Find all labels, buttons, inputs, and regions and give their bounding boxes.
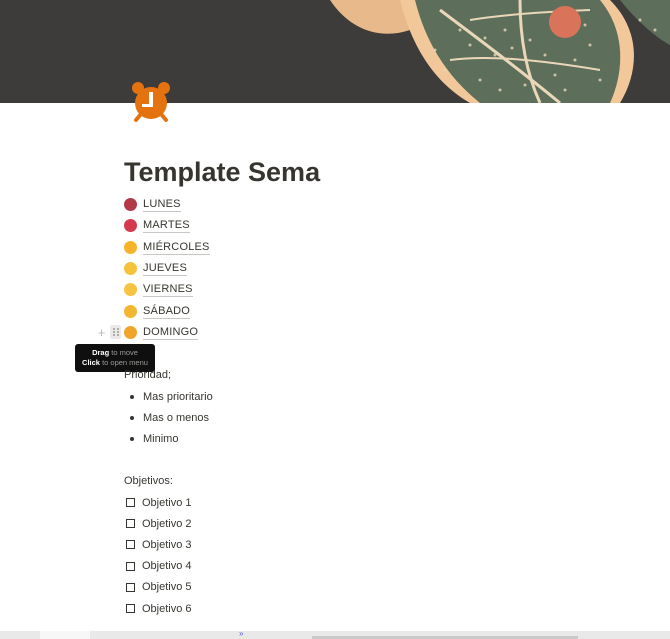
page-link-lunes[interactable]: LUNES [124,194,210,215]
todo-item: Objetivo 6 [126,598,192,619]
todo-text[interactable]: Objetivo 4 [142,560,192,572]
page-link-label[interactable]: SÁBADO [143,304,191,319]
todo-item: Objetivo 2 [126,513,192,534]
todo-text[interactable]: Objetivo 3 [142,539,192,551]
objectives-label[interactable]: Objetivos: [124,475,173,487]
list-item-text[interactable]: Mas o menos [143,412,209,424]
priority-label[interactable]: Prioridad; [124,369,171,381]
page-link-label[interactable]: VIERNES [143,282,193,298]
page-link-domingo[interactable]: DOMINGO [124,322,210,343]
list-item-text[interactable]: Minimo [143,433,178,445]
page-cover-image[interactable] [0,0,670,103]
bullet-icon [130,394,134,399]
angry-face-emoji-icon [124,219,137,233]
checkbox[interactable] [126,561,135,571]
page-link-label[interactable]: JUEVES [143,261,187,277]
chevron-right-icon[interactable]: » [239,629,243,638]
page-link-martes[interactable]: MARTES [124,215,210,236]
todo-text[interactable]: Objetivo 5 [142,581,192,593]
add-block-icon[interactable]: + [95,326,108,339]
tooltip-line-drag: Drag to move [92,348,138,357]
page-link-miercoles[interactable]: MIÉRCOLES [124,237,210,258]
todo-item: Objetivo 3 [126,534,192,555]
list-item[interactable]: Minimo [130,429,213,450]
hot-face-emoji-icon [124,240,137,254]
page-link-viernes[interactable]: VIERNES [124,279,210,300]
checkbox[interactable] [126,498,135,508]
page-link-label[interactable]: LUNES [143,197,181,213]
block-handles: + [95,325,121,339]
alarm-clock-icon[interactable] [128,80,174,126]
objectives-todo-list: Objetivo 1 Objetivo 2 Objetivo 3 Objetiv… [126,492,192,619]
star-struck-emoji-icon [124,325,137,339]
bottom-scrollbar-area: » [0,629,670,639]
bullet-icon [130,437,134,442]
todo-text[interactable]: Objetivo 6 [142,603,192,615]
drag-handle-icon[interactable] [110,325,121,339]
list-item-text[interactable]: Mas prioritario [143,391,213,403]
todo-item: Objetivo 5 [126,577,192,598]
checkbox[interactable] [126,582,135,592]
page-link-label[interactable]: MARTES [143,218,190,234]
grinning-face-emoji-icon [124,304,137,318]
todo-item: Objetivo 1 [126,492,192,513]
bottom-tab-segment[interactable] [40,631,90,639]
priority-bullet-list: Mas prioritario Mas o menos Minimo [130,386,213,450]
page-title[interactable]: Template Sema [124,157,320,188]
list-item[interactable]: Mas prioritario [130,386,213,407]
day-links-list: LUNES MARTES MIÉRCOLES JUEVES VIERNES SÁ… [124,194,210,343]
page-link-jueves[interactable]: JUEVES [124,258,210,279]
todo-text[interactable]: Objetivo 2 [142,518,192,530]
bullet-icon [130,415,134,420]
checkbox[interactable] [126,540,135,550]
todo-text[interactable]: Objetivo 1 [142,497,192,509]
tooltip-line-click: Click to open menu [82,358,148,367]
checkbox[interactable] [126,604,135,614]
skull-emoji-icon [124,198,137,212]
list-item[interactable]: Mas o menos [130,407,213,428]
cover-artwork [0,0,670,103]
relieved-face-emoji-icon [124,262,137,276]
page-link-label[interactable]: DOMINGO [143,325,199,340]
page-link-sabado[interactable]: SÁBADO [124,300,210,321]
slightly-smiling-face-emoji-icon [124,283,137,297]
checkbox[interactable] [126,519,135,529]
todo-item: Objetivo 4 [126,556,192,577]
page-link-label[interactable]: MIÉRCOLES [143,240,210,255]
drag-tooltip: Drag to move Click to open menu [75,344,155,372]
